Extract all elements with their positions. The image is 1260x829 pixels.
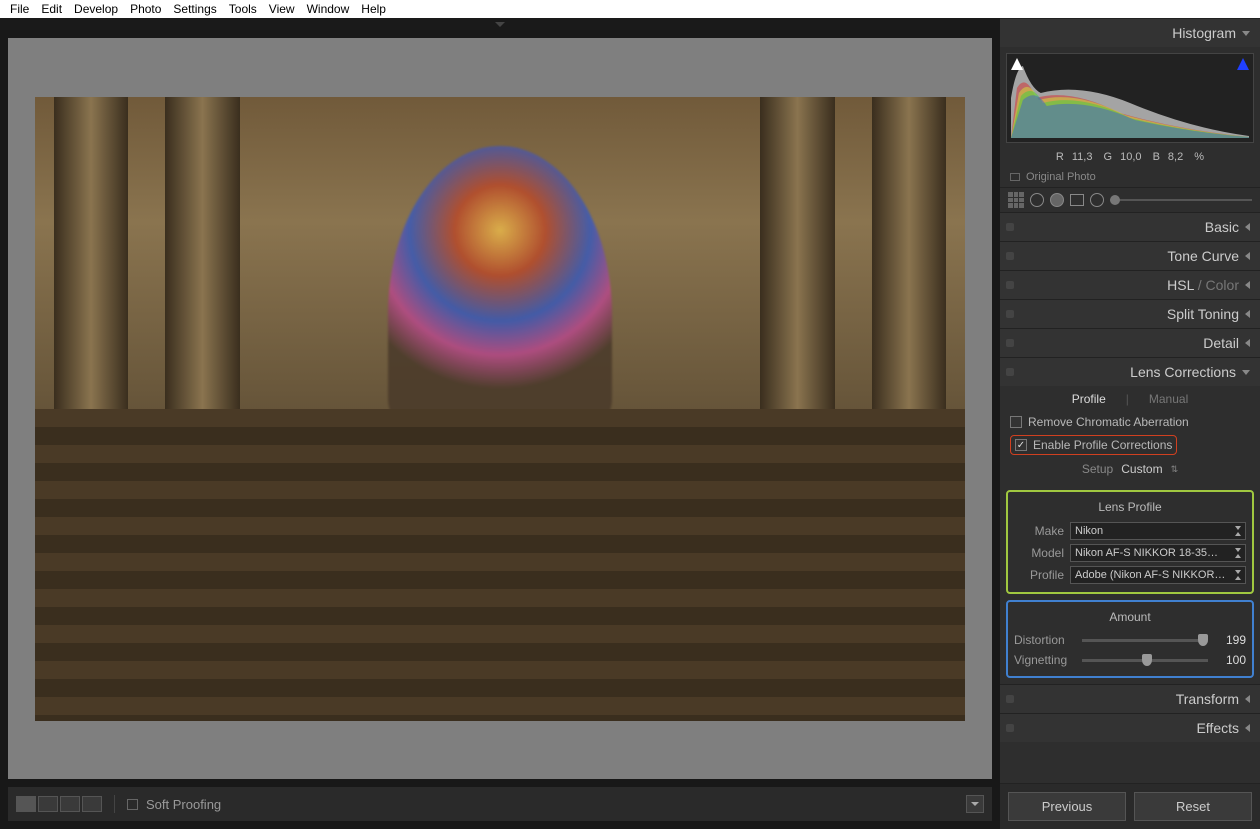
panel-switch-icon[interactable] [1006,310,1014,318]
transform-panel-header[interactable]: Transform [1000,684,1260,713]
adjustment-brush-size-slider[interactable] [1110,199,1252,201]
view-before-after-lr-button[interactable] [38,796,58,812]
reset-button[interactable]: Reset [1134,792,1252,821]
develop-right-panel: Histogram R11,3 G10,0 B8,2 % [1000,18,1260,829]
menu-help[interactable]: Help [355,2,392,16]
profile-dropdown[interactable]: Adobe (Nikon AF-S NIKKOR… [1070,566,1246,584]
original-photo-toggle[interactable]: Original Photo [1000,167,1260,187]
model-dropdown[interactable]: Nikon AF-S NIKKOR 18-35… [1070,544,1246,562]
graduated-filter-icon[interactable] [1070,194,1084,206]
remove-chromatic-aberration-label: Remove Chromatic Aberration [1028,415,1189,429]
basic-panel-header[interactable]: Basic [1000,212,1260,241]
histogram-panel-header[interactable]: Histogram [1000,18,1260,47]
panel-switch-icon[interactable] [1006,695,1014,703]
panel-switch-icon[interactable] [1006,223,1014,231]
soft-proofing-label: Soft Proofing [146,797,221,812]
adjustment-tool-strip [1000,187,1260,212]
panel-switch-icon[interactable] [1006,368,1014,376]
make-label: Make [1014,524,1064,538]
histogram-title: Histogram [1172,25,1236,41]
menu-settings[interactable]: Settings [167,2,222,16]
make-dropdown[interactable]: Nikon [1070,522,1246,540]
chevron-down-icon [495,22,505,27]
distortion-value: 199 [1216,633,1246,647]
menu-view[interactable]: View [263,2,301,16]
menu-develop[interactable]: Develop [68,2,124,16]
chevron-left-icon [1245,223,1250,231]
view-before-after-split-button[interactable] [82,796,102,812]
vignetting-slider[interactable] [1082,659,1208,662]
updown-icon: ⇅ [1171,464,1179,475]
view-loupe-button[interactable] [16,796,36,812]
amount-group-highlight: Amount Distortion 199 Vignetting 100 [1006,600,1254,678]
remove-chromatic-aberration-checkbox[interactable] [1010,416,1022,428]
preview-image [35,97,965,721]
top-panel-toggle[interactable] [0,18,1000,30]
panel-button-row: Previous Reset [1000,783,1260,829]
distortion-label: Distortion [1014,633,1074,647]
view-before-after-tb-button[interactable] [60,796,80,812]
chevron-left-icon [1245,695,1250,703]
histogram-display[interactable] [1006,53,1254,143]
model-label: Model [1014,546,1064,560]
radial-filter-icon[interactable] [1090,193,1104,207]
chevron-left-icon [1245,281,1250,289]
bottom-toolbar: Soft Proofing [8,787,992,821]
hsl-color-panel-header[interactable]: HSL / Color [1000,270,1260,299]
lens-corrections-panel-header[interactable]: Lens Corrections [1000,357,1260,386]
lens-profile-group-highlight: Lens Profile Make Nikon Model Nikon AF-S… [1006,490,1254,594]
panel-switch-icon[interactable] [1006,281,1014,289]
rectangle-icon [1010,173,1020,181]
split-toning-panel-header[interactable]: Split Toning [1000,299,1260,328]
setup-dropdown[interactable]: Custom [1121,462,1162,476]
panel-switch-icon[interactable] [1006,724,1014,732]
chevron-down-icon [1242,370,1250,375]
menu-file[interactable]: File [4,2,35,16]
tab-profile[interactable]: Profile [1072,392,1106,406]
distortion-slider[interactable] [1082,639,1208,642]
crop-tool-icon[interactable] [1008,192,1024,208]
menu-tools[interactable]: Tools [223,2,263,16]
histogram-graph [1011,58,1249,138]
lens-profile-title: Lens Profile [1014,498,1246,520]
chevron-left-icon [1245,724,1250,732]
image-canvas[interactable] [8,38,992,779]
vignetting-value: 100 [1216,653,1246,667]
enable-profile-corrections-highlight: Enable Profile Corrections [1010,435,1177,455]
chevron-left-icon [1245,339,1250,347]
panel-switch-icon[interactable] [1006,339,1014,347]
tab-manual[interactable]: Manual [1149,392,1188,406]
effects-panel-header[interactable]: Effects [1000,713,1260,742]
profile-label: Profile [1014,568,1064,582]
redeye-tool-icon[interactable] [1050,193,1064,207]
menu-edit[interactable]: Edit [35,2,68,16]
menu-window[interactable]: Window [301,2,356,16]
vignetting-label: Vignetting [1014,653,1074,667]
chevron-left-icon [1245,310,1250,318]
previous-button[interactable]: Previous [1008,792,1126,821]
lens-corrections-body: Profile | Manual Remove Chromatic Aberra… [1000,386,1260,678]
toolbar-options-button[interactable] [966,795,984,813]
setup-label: Setup [1082,462,1113,476]
spot-removal-icon[interactable] [1030,193,1044,207]
enable-profile-corrections-label: Enable Profile Corrections [1033,438,1172,452]
panel-switch-icon[interactable] [1006,252,1014,260]
soft-proofing-checkbox[interactable] [127,799,138,810]
separator [114,795,115,813]
chevron-down-icon [1242,31,1250,36]
tone-curve-panel-header[interactable]: Tone Curve [1000,241,1260,270]
chevron-left-icon [1245,252,1250,260]
menu-photo[interactable]: Photo [124,2,167,16]
histogram-readout: R11,3 G10,0 B8,2 % [1000,149,1260,167]
main-menu-bar[interactable]: File Edit Develop Photo Settings Tools V… [0,0,1260,18]
detail-panel-header[interactable]: Detail [1000,328,1260,357]
amount-title: Amount [1014,608,1246,630]
enable-profile-corrections-checkbox[interactable] [1015,439,1027,451]
